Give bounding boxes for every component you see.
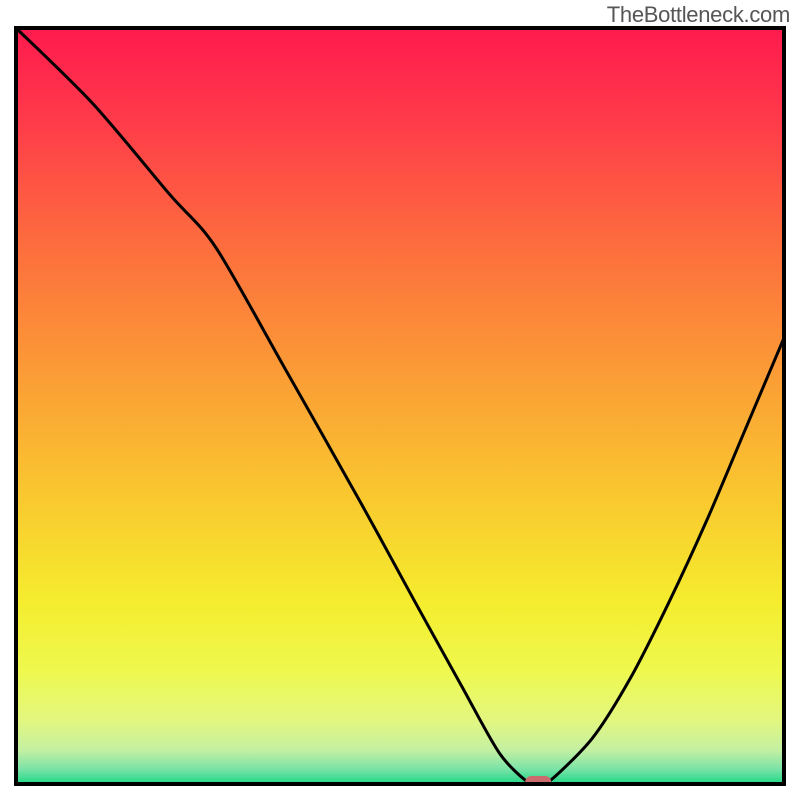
bottleneck-plot bbox=[14, 26, 786, 786]
chart-container: TheBottleneck.com bbox=[0, 0, 800, 800]
chart-svg bbox=[14, 26, 786, 786]
watermark-text: TheBottleneck.com bbox=[607, 2, 790, 28]
gradient-background bbox=[16, 28, 784, 784]
